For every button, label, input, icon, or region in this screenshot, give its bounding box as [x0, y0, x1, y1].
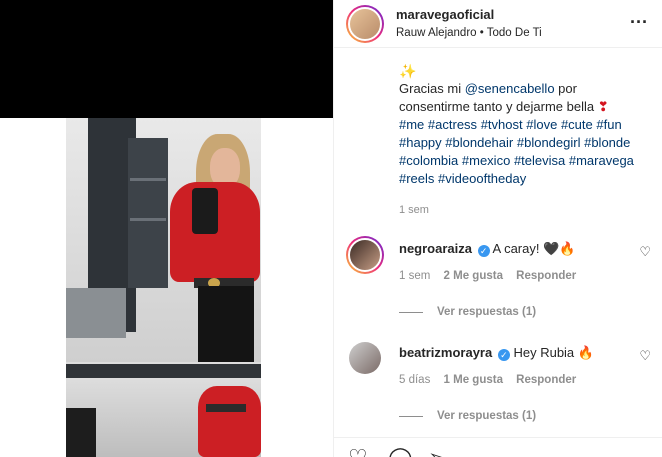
- divider-line: [399, 311, 423, 313]
- hashtag-link[interactable]: #reels: [399, 171, 434, 186]
- hashtag-link[interactable]: #fun: [596, 117, 621, 132]
- post-action-bar: ♡ ◯ ➢: [334, 437, 662, 457]
- post-caption: ✨ Gracias mi @senencabello por consentir…: [399, 62, 649, 188]
- like-comment-heart-icon[interactable]: ♡: [639, 348, 651, 364]
- comment-bubble-icon[interactable]: ◯: [388, 447, 413, 457]
- hashtag-link[interactable]: #blondegirl: [517, 135, 581, 150]
- video-frame[interactable]: [66, 118, 261, 457]
- heart-exclamation-icon: ❣: [597, 99, 609, 114]
- view-replies-button[interactable]: Ver respuestas (1): [399, 410, 536, 422]
- commenter-username[interactable]: negroaraiza: [399, 241, 472, 256]
- hashtag-link[interactable]: #videooftheday: [438, 171, 526, 186]
- media-letterbox: [0, 0, 333, 118]
- commenter-username[interactable]: beatrizmorayra: [399, 345, 492, 360]
- author-avatar[interactable]: [346, 4, 384, 43]
- hashtag-link[interactable]: #love: [526, 117, 557, 132]
- caption-text: Gracias mi: [399, 81, 465, 96]
- view-replies-button[interactable]: Ver respuestas (1): [399, 306, 536, 318]
- reply-button[interactable]: Responder: [516, 374, 576, 386]
- commenter-avatar[interactable]: [349, 342, 381, 374]
- post-header: maravegaoficial Rauw Alejandro • Todo De…: [334, 0, 662, 48]
- video-scene-closeup: [66, 364, 261, 457]
- comment-likes[interactable]: 2 Me gusta: [444, 270, 503, 282]
- hashtag-link[interactable]: #blondehair: [445, 135, 513, 150]
- comment-text: A caray! 🖤🔥: [492, 241, 576, 256]
- post-side-panel: maravegaoficial Rauw Alejandro • Todo De…: [333, 0, 662, 457]
- hashtag-link[interactable]: #maravega: [569, 153, 634, 168]
- view-replies-label: Ver respuestas (1): [437, 306, 537, 318]
- comment-text: Hey Rubia 🔥: [513, 345, 594, 360]
- hashtag-link[interactable]: #me: [399, 117, 424, 132]
- hashtag-link[interactable]: #televisa: [514, 153, 565, 168]
- hashtag-link[interactable]: #happy: [399, 135, 442, 150]
- comment-time: 1 sem: [399, 270, 431, 282]
- caption-mention[interactable]: @senencabello: [465, 81, 555, 96]
- sparkle-icon: ✨: [399, 63, 417, 79]
- reply-button[interactable]: Responder: [516, 270, 576, 282]
- hashtag-link[interactable]: #colombia: [399, 153, 458, 168]
- verified-badge-icon: ✓: [477, 245, 490, 257]
- more-options-icon[interactable]: ···: [630, 12, 648, 33]
- video-scene-mirror-selfie: [66, 118, 261, 362]
- hashtag-link[interactable]: #mexico: [462, 153, 510, 168]
- audio-track[interactable]: Rauw Alejandro • Todo De Ti: [396, 24, 542, 42]
- comment-time: 5 días: [399, 374, 431, 386]
- share-paper-plane-icon[interactable]: ➢: [428, 447, 446, 457]
- hashtag-link[interactable]: #actress: [428, 117, 477, 132]
- divider-line: [399, 415, 423, 417]
- view-replies-label: Ver respuestas (1): [437, 410, 537, 422]
- like-heart-icon[interactable]: ♡: [348, 447, 368, 457]
- author-username[interactable]: maravegaoficial: [396, 6, 542, 24]
- verified-badge-icon: ✓: [497, 349, 510, 361]
- hashtag-link[interactable]: #tvhost: [481, 117, 523, 132]
- hashtag-link[interactable]: #blonde: [584, 135, 630, 150]
- hashtag-list: #me #actress #tvhost #love #cute #fun #h…: [399, 116, 649, 188]
- like-comment-heart-icon[interactable]: ♡: [639, 244, 651, 260]
- post-media[interactable]: [0, 0, 333, 457]
- caption-timestamp: 1 sem: [399, 204, 429, 216]
- comment-likes[interactable]: 1 Me gusta: [444, 374, 503, 386]
- hashtag-link[interactable]: #cute: [561, 117, 593, 132]
- commenter-avatar[interactable]: [346, 236, 384, 274]
